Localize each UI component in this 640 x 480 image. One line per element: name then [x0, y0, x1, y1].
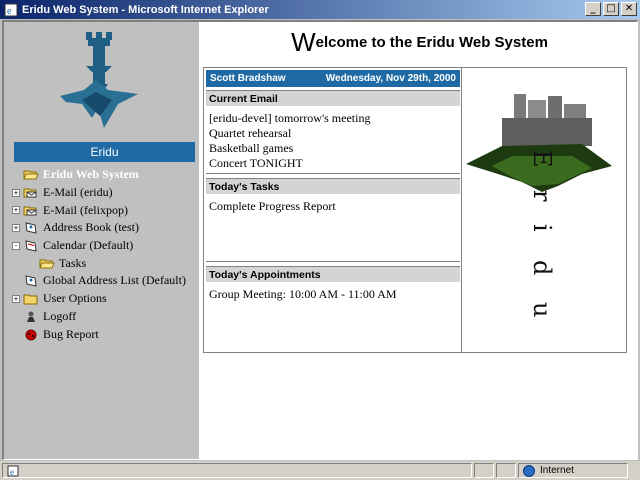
status-pane — [496, 463, 516, 478]
tree-label: Eridu Web System — [43, 167, 139, 182]
calendar-icon — [25, 240, 37, 252]
address-book-icon — [25, 222, 37, 235]
art-letter: i — [528, 224, 556, 232]
ie-icon: e — [4, 3, 18, 17]
tree-item-email-felixpop[interactable]: + E-Mail (felixpop) — [12, 201, 186, 219]
tree-item-calendar[interactable]: - Calendar (Default) — [12, 237, 186, 255]
nav-tree: Eridu Web System + E-Mail (eridu) + E-Ma… — [12, 166, 186, 343]
page-done-icon: e — [7, 465, 19, 477]
svg-text:e: e — [7, 6, 12, 17]
tree-item-global-address-list[interactable]: Global Address List (Default) — [12, 272, 186, 290]
collapse-icon[interactable]: - — [12, 241, 20, 250]
user-name: Scott Bradshaw — [210, 73, 286, 84]
eridu-logo-icon — [60, 32, 138, 128]
eridu-island-art: E r i d u — [466, 94, 612, 317]
tree-item-email-eridu[interactable]: + E-Mail (eridu) — [12, 184, 186, 202]
status-pane — [474, 463, 494, 478]
user-date-bar: Scott Bradshaw Wednesday, Nov 29th, 2000 — [206, 70, 460, 87]
zone-label: Internet — [540, 465, 574, 476]
maximize-button[interactable]: □ — [603, 2, 619, 16]
security-zone: Internet — [518, 463, 628, 478]
tree-label: User Options — [43, 291, 107, 306]
tree-item-eridu-web-system[interactable]: Eridu Web System — [12, 166, 186, 184]
window-titlebar: e Eridu Web System - Microsoft Internet … — [0, 0, 640, 19]
art-letter: r — [528, 190, 556, 202]
email-item[interactable]: Quartet rehearsal — [209, 126, 460, 141]
browser-client-area: Eridu Eridu Web System + E-Mail (eridu) … — [2, 20, 638, 460]
art-letter: d — [528, 260, 556, 275]
tree-label: Address Book (test) — [43, 220, 139, 235]
current-email-section: Current Email [eridu-devel] tomorrow's m… — [206, 88, 460, 174]
expand-icon[interactable]: + — [12, 223, 20, 232]
expand-icon[interactable]: + — [12, 294, 20, 303]
tree-item-logoff[interactable]: Logoff — [12, 308, 186, 326]
email-item[interactable]: Concert TONIGHT — [209, 156, 460, 171]
todays-tasks-section: Today's Tasks Complete Progress Report — [206, 176, 460, 262]
tree-label: Tasks — [59, 255, 87, 270]
mail-folder-icon — [23, 188, 37, 198]
tree-label: E-Mail (eridu) — [43, 185, 113, 200]
folder-open-icon — [23, 170, 39, 180]
window-title: Eridu Web System - Microsoft Internet Ex… — [22, 3, 269, 16]
email-item[interactable]: Basketball games — [209, 141, 460, 156]
page-title-initial: W — [291, 26, 316, 57]
appointment-item[interactable]: Group Meeting: 10:00 AM - 11:00 AM — [209, 287, 460, 302]
bug-icon — [25, 329, 37, 341]
tree-label: E-Mail (felixpop) — [43, 202, 128, 217]
tree-label: Global Address List (Default) — [43, 273, 186, 288]
window-controls: _ □ ✕ — [583, 2, 637, 16]
status-main-pane: e — [2, 463, 472, 478]
svg-text:e: e — [10, 467, 14, 477]
task-item[interactable]: Complete Progress Report — [209, 199, 460, 214]
page-title: Welcome to the Eridu Web System — [199, 22, 637, 62]
art-letter: u — [528, 302, 556, 317]
tree-item-bug-report[interactable]: Bug Report — [12, 325, 186, 343]
globe-icon — [523, 464, 535, 477]
email-item[interactable]: [eridu-devel] tomorrow's meeting — [209, 111, 460, 126]
art-letter: E — [528, 150, 556, 168]
mail-folder-icon — [23, 206, 37, 216]
close-button[interactable]: ✕ — [621, 2, 637, 16]
tree-item-tasks[interactable]: Tasks — [12, 254, 186, 272]
tree-label: Bug Report — [43, 326, 99, 341]
address-book-icon — [25, 275, 37, 288]
expand-icon[interactable]: + — [12, 206, 20, 215]
status-bar: e Internet — [0, 461, 640, 480]
tasks-folder-icon — [39, 259, 55, 269]
dashboard-right-column: E r i d u — [462, 68, 626, 352]
tree-item-user-options[interactable]: + User Options — [12, 290, 186, 308]
current-date: Wednesday, Nov 29th, 2000 — [325, 73, 456, 84]
folder-icon — [23, 294, 38, 305]
logoff-icon — [27, 311, 35, 322]
tree-label: Logoff — [43, 308, 77, 323]
tree-item-address-book[interactable]: + Address Book (test) — [12, 219, 186, 237]
sidebar-header: Eridu — [14, 142, 195, 162]
section-heading: Current Email — [206, 90, 460, 106]
todays-appointments-section: Today's Appointments Group Meeting: 10:0… — [206, 264, 460, 352]
sidebar: Eridu Eridu Web System + E-Mail (eridu) … — [4, 22, 199, 459]
expand-icon[interactable]: + — [12, 188, 20, 197]
dashboard-panel: Scott Bradshaw Wednesday, Nov 29th, 2000… — [203, 67, 627, 353]
minimize-button[interactable]: _ — [585, 2, 601, 16]
main-content: Welcome to the Eridu Web System Scott Br… — [199, 22, 637, 459]
section-heading: Today's Tasks — [206, 178, 460, 194]
dashboard-left-column: Scott Bradshaw Wednesday, Nov 29th, 2000… — [204, 68, 462, 352]
section-heading: Today's Appointments — [206, 266, 460, 282]
page-title-rest: elcome to the Eridu Web System — [315, 33, 548, 51]
tree-label: Calendar (Default) — [43, 238, 134, 253]
